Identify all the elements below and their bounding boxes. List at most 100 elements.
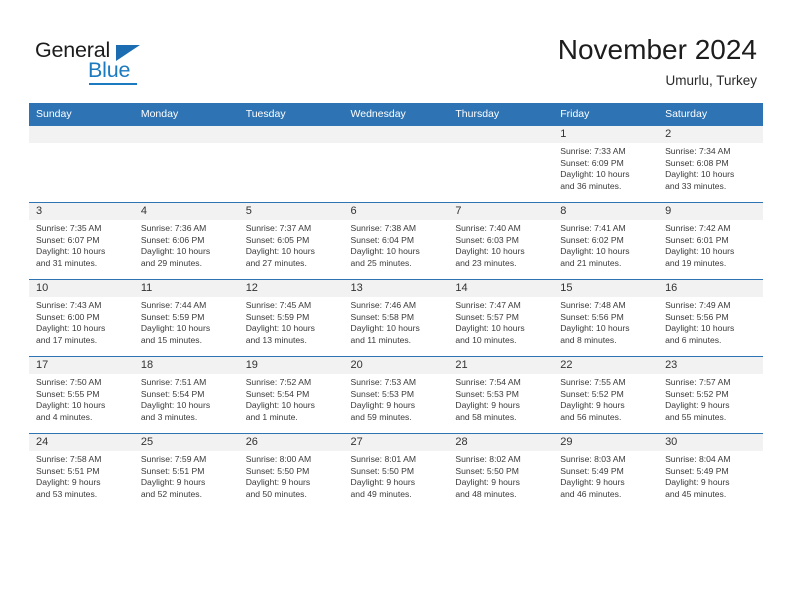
day-number <box>29 126 134 143</box>
sunset-text: Sunset: 6:03 PM <box>455 234 519 245</box>
day-number: 13 <box>343 280 449 297</box>
sunset-text: Sunset: 6:07 PM <box>36 234 100 245</box>
day-cell[interactable]: 18 Sunrise: 7:51 AM Sunset: 5:54 PM Dayligh… <box>133 356 239 434</box>
sunset-text: Sunset: 5:50 PM <box>455 465 519 476</box>
daylight-text-line2: and 1 minute. <box>245 411 298 422</box>
week-row: 10 Sunrise: 7:43 AM Sunset: 6:00 PM Dayligh… <box>29 279 763 357</box>
day-number: 24 <box>29 434 134 451</box>
day-cell[interactable]: 11 Sunrise: 7:44 AM Sunset: 5:59 PM Dayligh… <box>133 279 239 357</box>
daylight-text-line1: Daylight: 10 hours <box>455 323 525 334</box>
sunset-text: Sunset: 5:52 PM <box>560 388 624 399</box>
sunrise-text: Sunrise: 7:35 AM <box>36 223 102 233</box>
day-cell[interactable]: 15 Sunrise: 7:48 AM Sunset: 5:56 PM Dayligh… <box>553 279 659 357</box>
day-cell[interactable] <box>238 125 344 203</box>
day-cell[interactable] <box>133 125 239 203</box>
sunset-text: Sunset: 5:59 PM <box>140 311 205 322</box>
day-number: 15 <box>553 280 659 297</box>
daylight-text-line2: and 27 minutes. <box>245 257 307 268</box>
daylight-text-line2: and 58 minutes. <box>455 411 517 422</box>
day-number: 16 <box>658 280 763 297</box>
daylight-text-line1: Daylight: 10 hours <box>560 246 630 257</box>
day-cell[interactable]: 24 Sunrise: 7:58 AM Sunset: 5:51 PM Dayligh… <box>29 433 134 510</box>
day-cell[interactable]: 29 Sunrise: 8:03 AM Sunset: 5:49 PM Dayligh… <box>553 433 659 510</box>
day-cell[interactable]: 25 Sunrise: 7:59 AM Sunset: 5:51 PM Dayligh… <box>133 433 239 510</box>
daylight-text-line1: Daylight: 9 hours <box>245 477 311 488</box>
daylight-text-line2: and 4 minutes. <box>36 411 93 422</box>
weekday-header-wednesday: Wednesday <box>343 103 449 126</box>
sunset-text: Sunset: 6:08 PM <box>665 157 729 168</box>
sunset-text: Sunset: 5:50 PM <box>245 465 310 476</box>
day-cell[interactable]: 13 Sunrise: 7:46 AM Sunset: 5:58 PM Dayligh… <box>343 279 449 357</box>
daylight-text-line1: Daylight: 10 hours <box>245 400 315 411</box>
daylight-text-line1: Daylight: 10 hours <box>665 246 735 257</box>
sunrise-text: Sunrise: 7:36 AM <box>140 223 207 233</box>
sunset-text: Sunset: 5:52 PM <box>665 388 729 399</box>
sunset-text: Sunset: 6:02 PM <box>560 234 624 245</box>
day-number: 6 <box>343 203 449 220</box>
day-cell[interactable]: 2 Sunrise: 7:34 AM Sunset: 6:08 PM Daylight… <box>658 125 763 203</box>
day-cell[interactable]: 3 Sunrise: 7:35 AM Sunset: 6:07 PM Daylight… <box>29 202 134 280</box>
sunset-text: Sunset: 5:57 PM <box>455 311 519 322</box>
day-number <box>238 126 344 143</box>
sunrise-text: Sunrise: 7:37 AM <box>245 223 312 233</box>
daylight-text-line1: Daylight: 10 hours <box>245 246 315 257</box>
daylight-text-line1: Daylight: 9 hours <box>350 400 416 411</box>
day-cell[interactable]: 17 Sunrise: 7:50 AM Sunset: 5:55 PM Dayligh… <box>29 356 134 434</box>
sunrise-text: Sunrise: 7:40 AM <box>455 223 521 233</box>
day-cell[interactable]: 1 Sunrise: 7:33 AM Sunset: 6:09 PM Daylight… <box>553 125 659 203</box>
sunrise-text: Sunrise: 7:46 AM <box>350 300 416 310</box>
week-row: 24 Sunrise: 7:58 AM Sunset: 5:51 PM Dayligh… <box>29 433 763 510</box>
daylight-text-line1: Daylight: 9 hours <box>665 400 730 411</box>
weekday-header-monday: Monday <box>133 103 239 126</box>
location-subtitle: Umurlu, Turkey <box>665 73 757 88</box>
day-cell[interactable] <box>343 125 449 203</box>
weekday-header-tuesday: Tuesday <box>238 103 344 126</box>
daylight-text-line1: Daylight: 10 hours <box>560 169 630 180</box>
daylight-text-line2: and 50 minutes. <box>245 488 307 499</box>
calendar-page: General Blue November 2024 Umurlu, Turke… <box>0 0 792 612</box>
daylight-text-line2: and 46 minutes. <box>560 488 622 499</box>
day-number: 25 <box>133 434 239 451</box>
day-cell[interactable]: 23 Sunrise: 7:57 AM Sunset: 5:52 PM Dayligh… <box>658 356 763 434</box>
day-cell[interactable]: 30 Sunrise: 8:04 AM Sunset: 5:49 PM Dayligh… <box>658 433 763 510</box>
day-cell[interactable]: 21 Sunrise: 7:54 AM Sunset: 5:53 PM Dayligh… <box>448 356 554 434</box>
day-cell[interactable] <box>29 125 134 203</box>
day-number: 28 <box>448 434 554 451</box>
sunrise-text: Sunrise: 8:03 AM <box>560 454 626 464</box>
sunrise-text: Sunrise: 8:04 AM <box>665 454 731 464</box>
daylight-text-line1: Daylight: 10 hours <box>665 169 735 180</box>
daylight-text-line2: and 49 minutes. <box>350 488 412 499</box>
day-cell[interactable]: 19 Sunrise: 7:52 AM Sunset: 5:54 PM Dayligh… <box>238 356 344 434</box>
sunset-text: Sunset: 6:06 PM <box>140 234 205 245</box>
day-cell[interactable]: 16 Sunrise: 7:49 AM Sunset: 5:56 PM Dayligh… <box>658 279 763 357</box>
day-cell[interactable]: 6 Sunrise: 7:38 AM Sunset: 6:04 PM Daylight… <box>343 202 449 280</box>
day-cell[interactable]: 10 Sunrise: 7:43 AM Sunset: 6:00 PM Dayligh… <box>29 279 134 357</box>
sunrise-text: Sunrise: 7:51 AM <box>140 377 207 387</box>
daylight-text-line1: Daylight: 10 hours <box>36 400 106 411</box>
day-number <box>133 126 239 143</box>
day-number: 30 <box>658 434 763 451</box>
week-row: 3 Sunrise: 7:35 AM Sunset: 6:07 PM Daylight… <box>29 202 763 280</box>
day-cell[interactable]: 27 Sunrise: 8:01 AM Sunset: 5:50 PM Dayligh… <box>343 433 449 510</box>
daylight-text-line2: and 55 minutes. <box>665 411 727 422</box>
daylight-text-line2: and 13 minutes. <box>245 334 307 345</box>
day-cell[interactable]: 8 Sunrise: 7:41 AM Sunset: 6:02 PM Daylight… <box>553 202 659 280</box>
weekday-header-row: Sunday Monday Tuesday Wednesday Thursday… <box>29 103 763 126</box>
day-cell[interactable]: 14 Sunrise: 7:47 AM Sunset: 5:57 PM Dayligh… <box>448 279 554 357</box>
day-cell[interactable]: 26 Sunrise: 8:00 AM Sunset: 5:50 PM Dayligh… <box>238 433 344 510</box>
day-cell[interactable]: 12 Sunrise: 7:45 AM Sunset: 5:59 PM Dayligh… <box>238 279 344 357</box>
sunrise-text: Sunrise: 7:52 AM <box>245 377 312 387</box>
day-number: 19 <box>238 357 344 374</box>
day-cell[interactable]: 4 Sunrise: 7:36 AM Sunset: 6:06 PM Daylight… <box>133 202 239 280</box>
day-cell[interactable]: 22 Sunrise: 7:55 AM Sunset: 5:52 PM Dayligh… <box>553 356 659 434</box>
day-cell[interactable]: 28 Sunrise: 8:02 AM Sunset: 5:50 PM Dayligh… <box>448 433 554 510</box>
day-cell[interactable]: 9 Sunrise: 7:42 AM Sunset: 6:01 PM Daylight… <box>658 202 763 280</box>
day-cell[interactable]: 7 Sunrise: 7:40 AM Sunset: 6:03 PM Daylight… <box>448 202 554 280</box>
daylight-text-line1: Daylight: 9 hours <box>665 477 730 488</box>
sunset-text: Sunset: 5:58 PM <box>350 311 415 322</box>
sunrise-text: Sunrise: 7:58 AM <box>36 454 102 464</box>
day-cell[interactable]: 5 Sunrise: 7:37 AM Sunset: 6:05 PM Daylight… <box>238 202 344 280</box>
day-cell[interactable] <box>448 125 554 203</box>
day-cell[interactable]: 20 Sunrise: 7:53 AM Sunset: 5:53 PM Dayligh… <box>343 356 449 434</box>
sunrise-text: Sunrise: 7:57 AM <box>665 377 731 387</box>
